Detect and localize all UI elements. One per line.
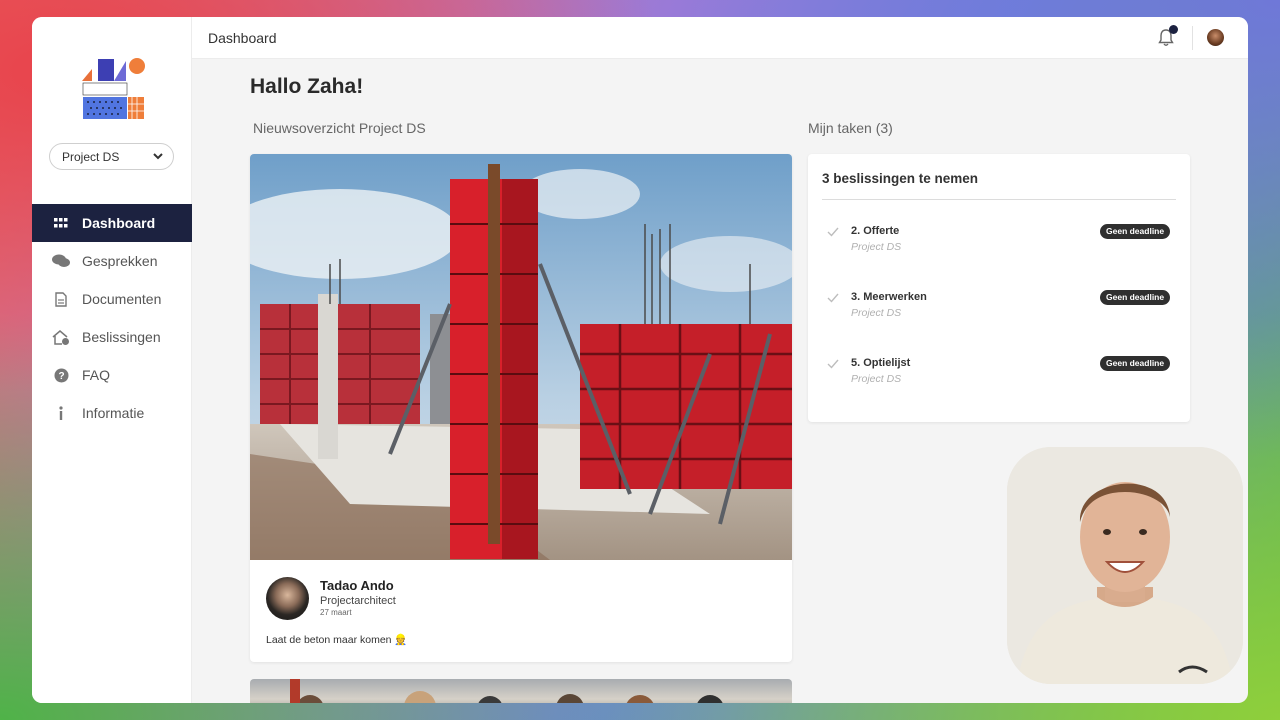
deadline-badge: Geen deadline [1100,290,1171,305]
chevron-down-icon [153,153,163,160]
tasks-divider [822,199,1176,200]
app-logo [82,58,145,119]
topbar-divider [1192,26,1193,50]
sidebar-nav: Dashboard Gesprekken Documenten Beslissi… [32,204,192,432]
author-avatar [266,577,309,620]
task-item[interactable]: 2. Offerte Project DS Geen deadline [808,224,1190,265]
construction-photo [250,154,792,560]
author-name: Tadao Ando [320,578,394,593]
page-title: Dashboard [208,29,277,46]
nav-item-informatie[interactable]: Informatie [32,394,192,432]
nav-item-label: Beslissingen [82,329,161,345]
group-photo-preview [290,679,723,703]
webcam-overlay [1007,447,1243,684]
check-icon [827,359,839,369]
house-check-icon [52,328,70,346]
nav-item-label: Gesprekken [82,253,158,269]
news-section-title: Nieuwsoverzicht Project DS [253,120,426,136]
notification-dot [1169,25,1178,34]
task-item[interactable]: 3. Meerwerken Project DS Geen deadline [808,290,1190,331]
topbar: Dashboard [192,17,1248,59]
news-card[interactable]: Tadao Ando Projectarchitect 27 maart Laa… [250,154,792,662]
nav-item-beslissingen[interactable]: Beslissingen [32,318,192,356]
task-item[interactable]: 5. Optielijst Project DS Geen deadline [808,356,1190,397]
question-icon: ? [52,366,70,384]
info-icon [52,404,70,422]
user-avatar[interactable] [1207,29,1224,46]
nav-item-faq[interactable]: ? FAQ [32,356,192,394]
tasks-heading: 3 beslissingen te nemen [822,171,979,186]
task-project: Project DS [851,241,902,253]
nav-item-gesprekken[interactable]: Gesprekken [32,242,192,280]
task-name: 2. Offerte [851,225,900,237]
check-icon [827,227,839,237]
sidebar: Project DS Dashboard Gesprekken Document… [32,17,192,703]
author-role: Projectarchitect [320,595,396,607]
task-project: Project DS [851,373,902,385]
document-icon [52,290,70,308]
task-project: Project DS [851,307,902,319]
nav-item-dashboard[interactable]: Dashboard [32,204,192,242]
svg-text:?: ? [58,371,64,382]
next-news-card-preview[interactable] [250,679,792,703]
tasks-section-title: Mijn taken (3) [808,120,893,136]
greeting-heading: Hallo Zaha! [250,75,364,98]
grid-icon [52,214,70,232]
post-text: Laat de beton maar komen 👷 [266,634,408,646]
check-icon [827,293,839,303]
chat-icon [52,252,70,270]
nav-item-label: Documenten [82,291,162,307]
deadline-badge: Geen deadline [1100,356,1171,371]
task-name: 5. Optielijst [851,357,911,369]
tasks-card: 3 beslissingen te nemen 2. Offerte Proje… [808,154,1190,422]
nav-item-label: Informatie [82,405,145,421]
project-select-label: Project DS [62,149,120,164]
presenter-video [1007,447,1243,684]
project-select[interactable]: Project DS [49,143,174,170]
deadline-badge: Geen deadline [1100,224,1171,239]
nav-item-label: Dashboard [82,215,156,231]
task-name: 3. Meerwerken [851,291,927,303]
nav-item-label: FAQ [82,367,111,383]
post-date: 27 maart [320,608,352,617]
nav-item-documenten[interactable]: Documenten [32,280,192,318]
